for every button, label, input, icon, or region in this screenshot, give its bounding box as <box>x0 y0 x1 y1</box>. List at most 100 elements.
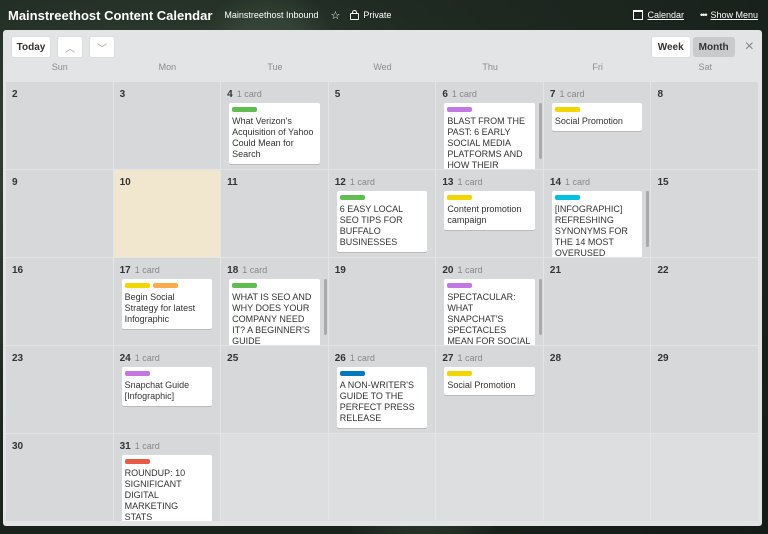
day-cell-4[interactable]: 41 card What Verizon's Acquisition of Yah… <box>221 82 328 169</box>
day-number-text: 16 <box>12 265 24 276</box>
day-number: 29 <box>657 353 668 364</box>
calendar-card[interactable]: Social Promotion <box>551 103 643 131</box>
month-view-button[interactable]: Month <box>692 37 735 57</box>
label-yellow <box>447 371 473 376</box>
card-title: WHAT IS SEO AND WHY DOES YOUR COMPANY NE… <box>232 292 312 345</box>
cell-scrollbar[interactable] <box>538 103 542 159</box>
day-cell-6[interactable]: 61 card BLAST FROM THE PAST: 6 EARLY SOCI… <box>436 82 543 169</box>
day-cell-20[interactable]: 20 1 card SPECTACULAR: WHAT SNAPCHAT'S SPE… <box>436 258 543 345</box>
cell-scrollbar[interactable] <box>646 191 650 247</box>
day-cell-17[interactable]: 17 1 card Begin Social Strategy for latest… <box>113 258 221 345</box>
day-cell-13[interactable]: 13 1 card Content promotion campaign <box>436 170 543 257</box>
weekday-tue: Tue <box>267 62 283 72</box>
weekday-sun: Sun <box>51 62 68 72</box>
today-button[interactable]: Today <box>11 36 51 58</box>
calendar-link[interactable]: Calendar <box>633 10 684 21</box>
day-cell-12[interactable]: 12 1 card 6 EASY LOCAL SEO TIPS FOR BUFFAL… <box>328 170 436 257</box>
day-cell-26[interactable]: 26 1 card A NON-WRITER'S GUIDE TO THE PERF… <box>328 346 436 433</box>
day-cell-18[interactable]: 18 1 card WHAT IS SEO AND WHY DOES YOUR CO… <box>221 258 328 345</box>
day-cell-27[interactable]: 27 1 card Social Promotion <box>436 346 543 433</box>
card-labels <box>124 283 209 288</box>
day-number-text: 26 <box>334 353 346 364</box>
day-cell-22[interactable]: 22 <box>651 258 759 345</box>
card-count: 1 card <box>349 353 375 363</box>
calendar-card[interactable]: Begin Social Strategy for latest Infogra… <box>121 279 213 329</box>
day-cell-21[interactable]: 21 <box>543 258 651 345</box>
card-title: Begin Social Strategy for latest Infogra… <box>124 292 196 324</box>
day-cell-31[interactable]: 31 1 card ROUNDUP: 10 SIGNIFICANT DIGITAL … <box>113 434 221 521</box>
cell-scrollbar[interactable] <box>323 279 327 335</box>
card-count: 1 card <box>457 177 483 187</box>
day-cell-3[interactable]: 3 <box>113 82 221 169</box>
day-number: 14 1 card <box>550 177 590 188</box>
calendar-card[interactable]: SPECTACULAR: WHAT SNAPCHAT'S SPECTACLES … <box>444 279 535 345</box>
label-purple <box>447 283 473 288</box>
day-cell-8[interactable]: 8 <box>651 82 759 169</box>
card-labels <box>124 371 209 376</box>
day-number: 24 1 card <box>120 353 160 364</box>
visibility-button[interactable]: Private <box>350 9 392 20</box>
day-cell-16[interactable]: 16 <box>6 258 113 345</box>
card-title: A NON-WRITER'S GUIDE TO THE PERFECT PRES… <box>339 380 415 423</box>
calendar-card[interactable]: 6 EASY LOCAL SEO TIPS FOR BUFFALO BUSINE… <box>336 191 428 252</box>
calendar-card[interactable]: [INFOGRAPHIC] REFRESHING SYNONYMS FOR TH… <box>551 191 643 257</box>
week-view-button[interactable]: Week <box>650 36 691 58</box>
star-icon[interactable]: ☆ <box>330 9 340 22</box>
board-title[interactable]: Mainstreethost Content Calendar <box>8 8 212 23</box>
card-title: ROUNDUP: 10 SIGNIFICANT DIGITAL MARKETIN… <box>124 468 186 521</box>
card-title: Snapchat Guide [Infographic] <box>124 380 190 401</box>
day-cell-11[interactable]: 11 <box>221 170 328 257</box>
calendar-card[interactable]: Snapchat Guide [Infographic] <box>121 367 213 406</box>
day-number-text: 29 <box>657 353 669 364</box>
day-number-text: 5 <box>334 89 341 100</box>
day-cell-9[interactable]: 9 <box>6 170 113 257</box>
calendar-card[interactable]: A NON-WRITER'S GUIDE TO THE PERFECT PRES… <box>336 367 428 428</box>
day-cell-29[interactable]: 29 <box>651 346 759 433</box>
chevron-up-icon: ︿ <box>65 43 75 55</box>
cell-scrollbar[interactable] <box>538 279 542 335</box>
day-cell-19[interactable]: 19 <box>328 258 436 345</box>
day-cell-24[interactable]: 24 1 card Snapchat Guide [Infographic] <box>113 346 221 433</box>
card-labels <box>447 107 531 112</box>
close-icon[interactable]: × <box>745 38 754 56</box>
label-orange <box>152 283 178 288</box>
team-name[interactable]: Mainstreethost Inbound <box>224 10 318 20</box>
empty-day-cell <box>543 434 651 521</box>
calendar-card[interactable]: ROUNDUP: 10 SIGNIFICANT DIGITAL MARKETIN… <box>121 455 213 521</box>
card-title: Social Promotion <box>447 380 516 390</box>
weekday-fri: Fri <box>592 62 603 72</box>
day-cell-15[interactable]: 15 <box>651 170 759 257</box>
previous-button[interactable]: ︿ <box>57 36 83 58</box>
day-cell-30[interactable]: 30 <box>6 434 113 521</box>
day-number: 41 card <box>227 89 262 100</box>
day-cell-10[interactable]: 10 <box>113 170 221 257</box>
week-row: 9 10 11 12 1 card 6 EASY LOCAL SEO TIPS FOR B… <box>6 170 759 257</box>
calendar-card[interactable]: Content promotion campaign <box>444 191 535 230</box>
card-count: 1 card <box>242 265 268 275</box>
day-number-text: 22 <box>657 265 669 276</box>
day-cell-25[interactable]: 25 <box>221 346 328 433</box>
day-cell-23[interactable]: 23 <box>6 346 113 433</box>
day-cell-7[interactable]: 71 card Social Promotion <box>543 82 651 169</box>
weekday-sat: Sat <box>698 62 713 72</box>
day-cell-5[interactable]: 5 <box>328 82 436 169</box>
day-cell-28[interactable]: 28 <box>543 346 651 433</box>
day-cell-14[interactable]: 14 1 card [INFOGRAPHIC] REFRESHING SYNONYM… <box>543 170 651 257</box>
visibility-label: Private <box>363 10 392 20</box>
card-count: 1 card <box>134 441 160 451</box>
day-number-text: 12 <box>334 177 346 188</box>
calendar-card[interactable]: Social Promotion <box>444 367 535 395</box>
calendar-card[interactable]: What Verizon's Acquisition of Yahoo Coul… <box>229 103 320 164</box>
day-number: 61 card <box>442 89 477 100</box>
card-labels <box>124 459 209 464</box>
show-menu-link[interactable]: ••• Show Menu <box>700 10 758 20</box>
calendar-card[interactable]: BLAST FROM THE PAST: 6 EARLY SOCIAL MEDI… <box>444 103 535 169</box>
card-count: 1 card <box>457 265 483 275</box>
card-count: 1 card <box>457 353 483 363</box>
lock-icon <box>350 9 360 20</box>
next-button[interactable]: ﹀ <box>89 36 115 58</box>
calendar-card[interactable]: WHAT IS SEO AND WHY DOES YOUR COMPANY NE… <box>229 279 320 345</box>
card-title: BLAST FROM THE PAST: 6 EARLY SOCIAL MEDI… <box>447 116 525 169</box>
day-number: 21 <box>550 265 561 276</box>
day-cell-2[interactable]: 2 <box>6 82 113 169</box>
